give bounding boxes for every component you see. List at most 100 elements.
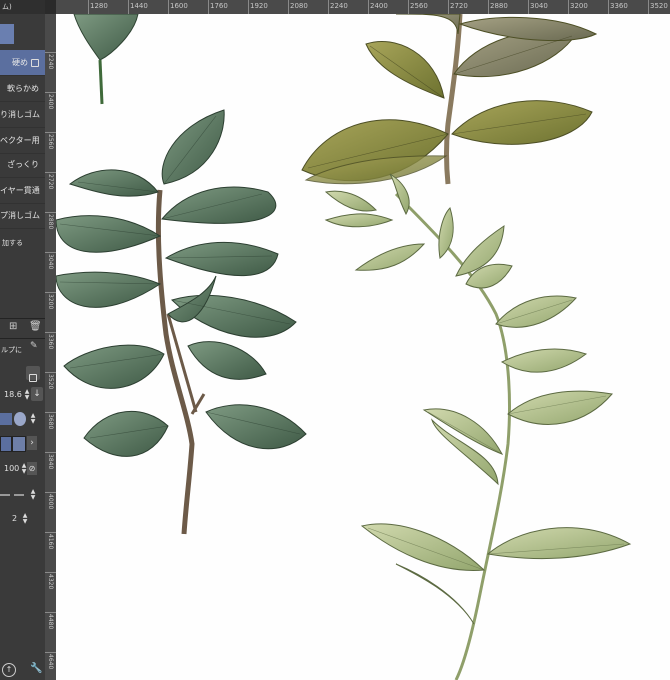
ruler-tick (568, 0, 569, 14)
ruler-top-label: 1760 (210, 2, 228, 10)
line-style-preview (0, 494, 10, 496)
tool-item-label: ベクター用 (0, 136, 40, 145)
trash-icon[interactable]: 🗑 (29, 321, 42, 332)
opacity-value[interactable]: 100 (4, 464, 19, 473)
tool-item-label: 硬め (12, 58, 28, 67)
ruler-tick (168, 0, 169, 14)
line-stepper[interactable]: ▲ ▼ (28, 489, 38, 501)
tool-item-5[interactable]: イヤー貫通 (0, 178, 45, 204)
ruler-top: 1280 1440 1600 1760 1920 2080 2240 2400 2560 2720… (56, 0, 670, 14)
ruler-top-label: 1600 (170, 2, 188, 10)
stabilization-stepper[interactable]: ▲ ▼ (20, 513, 30, 525)
tool-item-1[interactable]: 軟らかめ (0, 76, 45, 102)
ruler-tick (45, 52, 56, 53)
lock-icon[interactable] (31, 58, 39, 67)
ruler-tick (448, 0, 449, 14)
tip-swatch[interactable] (0, 413, 12, 425)
ruler-tick (608, 0, 609, 14)
ruler-tick (45, 292, 56, 293)
ruler-tick (45, 92, 56, 93)
ruler-top-label: 3040 (530, 2, 548, 10)
ruler-left-label: 4480 (47, 614, 54, 630)
chevron-right-icon[interactable]: › (27, 436, 37, 450)
wrench-icon[interactable]: 🔧 (30, 663, 42, 674)
ruler-tick (208, 0, 209, 14)
tool-item-4[interactable]: ざっくり (0, 152, 45, 178)
ruler-left-label: 3680 (47, 414, 54, 430)
ruler-tick (45, 332, 56, 333)
tip-stepper[interactable]: ▲ ▼ (28, 413, 38, 425)
ruler-top-label: 3520 (650, 2, 668, 10)
ruler-tick (408, 0, 409, 14)
branch-olive (301, 14, 598, 185)
lock-button[interactable] (26, 366, 40, 382)
tool-property-panel: ム) 硬め 軟らかめ り消しゴム ベクター用 ざっくり イヤー貫通 プ消しゴム … (0, 0, 45, 680)
ruler-top-label: 2240 (330, 2, 348, 10)
ruler-left-label: 2720 (47, 174, 54, 190)
selected-tab-marker[interactable] (0, 24, 14, 44)
property-tab-label[interactable]: ルプに (1, 345, 22, 355)
tool-item-0[interactable]: 硬め (0, 50, 45, 76)
ruler-tick (45, 652, 56, 653)
brush-tip-round-icon[interactable] (14, 412, 26, 426)
ruler-top-label: 2720 (450, 2, 468, 10)
ruler-tick (45, 452, 56, 453)
tool-item-label: り消しゴム (0, 110, 40, 119)
ruler-top-label: 3360 (610, 2, 628, 10)
ruler-left-label: 3360 (47, 334, 54, 350)
ruler-tick (288, 0, 289, 14)
ruler-tick (45, 132, 56, 133)
ruler-tick (45, 532, 56, 533)
color-swatch-main[interactable] (0, 436, 12, 452)
download-arrow-icon[interactable]: ↓ (31, 387, 43, 401)
ruler-left-label: 2400 (47, 94, 54, 110)
ruler-top-label: 3200 (570, 2, 588, 10)
ruler-tick (128, 0, 129, 14)
tool-item-6[interactable]: プ消しゴム (0, 203, 45, 229)
ruler-tick (528, 0, 529, 14)
drawing-canvas[interactable] (56, 14, 670, 680)
ruler-left-label: 4160 (47, 534, 54, 550)
ruler-top-label: 2880 (490, 2, 508, 10)
tool-item-label: プ消しゴム (0, 211, 40, 220)
ruler-left-label: 4320 (47, 574, 54, 590)
ruler-top-label: 2560 (410, 2, 428, 10)
add-tool-text[interactable]: 加する (2, 238, 23, 248)
tool-item-label: イヤー貫通 (0, 186, 40, 195)
no-entry-icon[interactable]: ⊘ (27, 462, 37, 475)
leaf-partial-top-left (73, 14, 139, 105)
ruler-tick (648, 0, 649, 14)
ruler-left-label: 2880 (47, 214, 54, 230)
ruler-tick (45, 492, 56, 493)
ruler-left-label: 3520 (47, 374, 54, 390)
tool-item-2[interactable]: り消しゴム (0, 102, 45, 128)
upload-icon[interactable]: ↑ (2, 663, 16, 677)
ruler-tick (45, 172, 56, 173)
brush-size-value[interactable]: 18.6 (4, 390, 22, 399)
ruler-left-label: 2560 (47, 134, 54, 150)
ruler-tick (248, 0, 249, 14)
tool-item-label: 軟らかめ (7, 84, 39, 93)
tool-item-3[interactable]: ベクター用 (0, 128, 45, 154)
pen-icon[interactable]: ✎ (30, 341, 38, 351)
line-style-preview (14, 494, 24, 496)
ruler-top-label: 1280 (90, 2, 108, 10)
color-swatch-sub[interactable] (12, 436, 26, 452)
panel-header-tab[interactable]: ム) (0, 0, 45, 14)
ruler-left-label: 2240 (47, 54, 54, 70)
ruler-tick (488, 0, 489, 14)
ruler-top-label: 2400 (370, 2, 388, 10)
plus-square-icon[interactable]: ⊞ (9, 321, 17, 332)
stabilization-value[interactable]: 2 (12, 514, 17, 523)
botanical-illustration (56, 14, 632, 680)
divider (0, 338, 45, 339)
ruler-tick (45, 572, 56, 573)
ruler-top-label: 1920 (250, 2, 268, 10)
ruler-left: 2240 2400 2560 2720 2880 3040 3200 3360 3520 3680… (45, 14, 56, 680)
ruler-left-label: 3200 (47, 294, 54, 310)
ruler-tick (328, 0, 329, 14)
tool-item-label: ざっくり (7, 160, 39, 169)
branch-dark-green (56, 109, 307, 535)
ruler-tick (45, 412, 56, 413)
ruler-left-label: 4000 (47, 494, 54, 510)
